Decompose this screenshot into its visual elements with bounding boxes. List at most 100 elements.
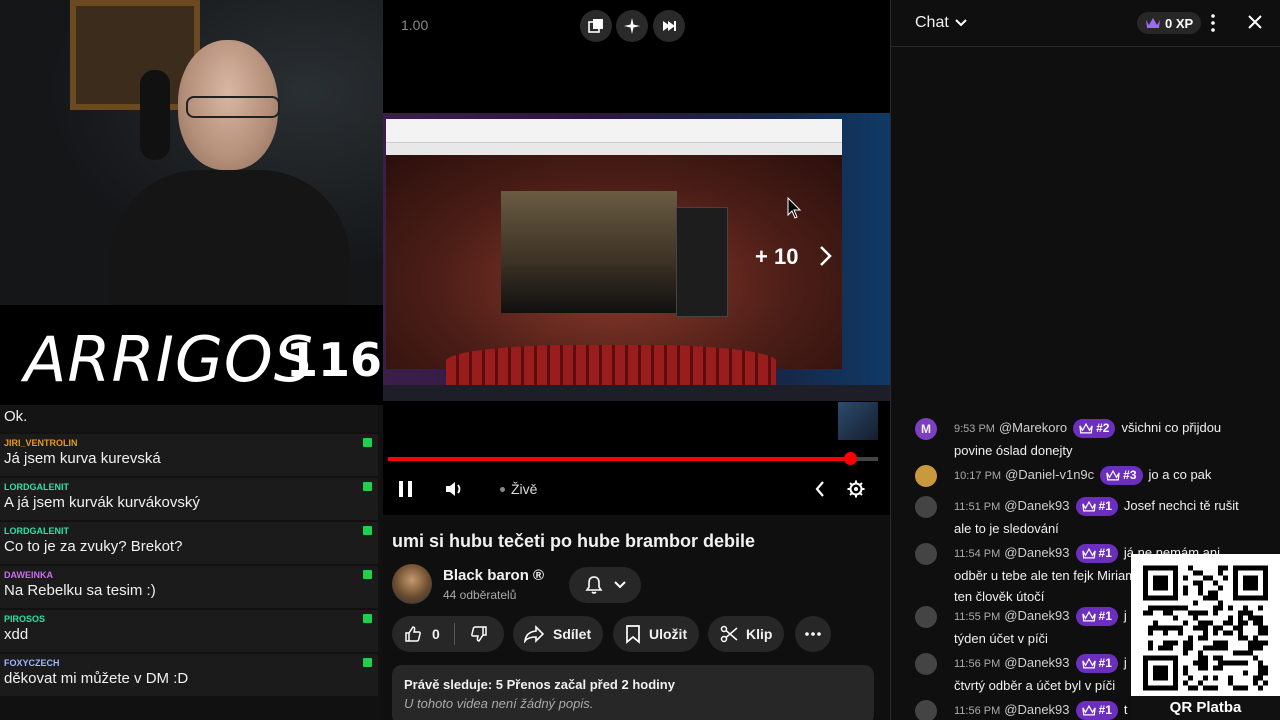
rank-label: #3	[1123, 468, 1137, 483]
member-rank-badge: #2	[1073, 419, 1116, 439]
screen-root: ARRIGOS 116 Ok. JIRI_VENTROLIN Já jsem kur…	[0, 0, 1280, 720]
chat-timestamp: 11:56 PM	[954, 658, 1001, 670]
more-horizontal-icon	[805, 632, 821, 636]
next-icon[interactable]	[653, 10, 685, 42]
dislike-button[interactable]	[455, 625, 503, 643]
rank-label: #1	[1098, 609, 1112, 624]
rank-label: #2	[1096, 421, 1110, 436]
video-frame	[383, 113, 890, 401]
share-button[interactable]: Sdílet	[513, 616, 603, 652]
progress-handle[interactable]	[844, 452, 858, 465]
platform-badge-icon	[363, 438, 372, 447]
like-count: 0	[432, 626, 440, 642]
chevron-right-icon[interactable]	[819, 245, 833, 267]
xp-label: 0 XP	[1165, 15, 1194, 31]
progress-bar[interactable]	[388, 452, 878, 465]
chat-timestamp: 11:55 PM	[954, 611, 1001, 623]
chat-author-avatar[interactable]: M	[915, 418, 937, 440]
chevron-left-icon[interactable]	[814, 478, 826, 500]
channel-avatar[interactable]	[392, 564, 432, 604]
rank-label: #1	[1098, 499, 1112, 514]
clip-button[interactable]: Klip	[708, 616, 784, 652]
overlay-chat: Ok. JIRI_VENTROLIN Já jsem kurva kurevská L…	[0, 405, 383, 720]
chat-message[interactable]: M 9:53 PM @Marekoro #2 všichni co přijdou pov…	[915, 417, 1255, 461]
chat-text: j	[1123, 608, 1127, 623]
chat-timestamp: 11:51 PM	[954, 501, 1001, 513]
overlay-chat-message: JIRI_VENTROLIN Já jsem kurva kurevská	[0, 434, 378, 476]
qr-label: QR Platba	[1131, 696, 1280, 720]
video-column: 1.00 + 10 Živě umi si hubu tečeti po hub…	[383, 0, 890, 720]
notification-bell-button[interactable]	[569, 567, 641, 603]
description-text: U tohoto videa není žádný popis.	[404, 696, 594, 711]
overlay-chat-message: Ok.	[0, 405, 378, 432]
chat-author[interactable]: @Danek93	[1004, 608, 1069, 623]
chat-timestamp: 9:53 PM	[954, 423, 995, 435]
glasses	[186, 96, 280, 118]
captured-taskbar	[383, 385, 890, 401]
video-player[interactable]: 1.00 + 10 Živě	[383, 0, 890, 515]
volume-icon[interactable]	[444, 478, 464, 500]
bell-icon	[585, 576, 603, 594]
rank-label: #1	[1098, 656, 1112, 671]
more-vertical-icon[interactable]	[1211, 14, 1215, 32]
chat-timestamp: 10:17 PM	[954, 470, 1002, 482]
pause-icon[interactable]	[397, 478, 415, 500]
overlay-chat-user: DAWEINKA	[4, 570, 53, 580]
skip-forward-label[interactable]: + 10	[755, 244, 798, 270]
more-actions-button[interactable]	[795, 616, 831, 652]
save-button[interactable]: Uložit	[613, 616, 699, 652]
channel-name[interactable]: Black baron ®	[443, 567, 544, 584]
overlay-chat-message: LORDGALENIT A já jsem kurvák kurvákovský	[0, 478, 378, 520]
chat-message[interactable]: 11:51 PM @Danek93 #1 Josef nechci tě rušit a…	[915, 495, 1255, 539]
chat-author-avatar[interactable]	[915, 543, 937, 565]
overlay-chat-text: Co to je za zvuky? Brekot?	[4, 538, 183, 555]
chat-author[interactable]: @Danek93	[1004, 498, 1069, 513]
member-rank-badge: #1	[1075, 607, 1118, 627]
chat-author-avatar[interactable]	[915, 606, 937, 628]
crown-icon	[1146, 18, 1160, 28]
chat-author[interactable]: @Daniel-v1n9c	[1005, 467, 1094, 482]
live-dot	[500, 486, 505, 492]
overlay-chat-text: A já jsem kurvák kurvákovský	[4, 494, 200, 511]
crown-icon	[1081, 658, 1096, 669]
share-icon	[523, 625, 545, 643]
rank-label: #1	[1098, 703, 1112, 718]
xp-badge[interactable]: 0 XP	[1137, 12, 1202, 34]
chat-header: Chat 0 XP	[891, 0, 1280, 47]
sparkle-icon[interactable]	[616, 10, 648, 42]
member-rank-badge: #3	[1100, 466, 1143, 486]
chat-message[interactable]: 10:17 PM @Daniel-v1n9c #3 jo a co pak	[915, 464, 1255, 487]
streamer-body	[110, 170, 350, 305]
chat-mode-dropdown[interactable]: Chat	[915, 14, 967, 32]
overlay-chat-message: DAWEINKA Na Rebelku sa tesim :)	[0, 566, 378, 608]
chat-author-avatar[interactable]	[915, 496, 937, 518]
chevron-down-icon	[614, 581, 626, 589]
live-indicator[interactable]: Živě	[500, 478, 537, 500]
chat-author[interactable]: @Marekoro	[999, 420, 1067, 435]
overlay-chat-user: LORDGALENIT	[4, 526, 69, 536]
chat-author[interactable]: @Danek93	[1004, 702, 1069, 717]
crown-icon	[1081, 705, 1096, 716]
chat-author[interactable]: @Danek93	[1004, 545, 1069, 560]
chat-author-avatar[interactable]	[915, 465, 937, 487]
brand-logo: ARRIGOS	[24, 323, 315, 396]
chat-text: jo a co pak	[1148, 467, 1212, 482]
chat-author-avatar[interactable]	[915, 653, 937, 675]
overlay-chat-text: Na Rebelku sa tesim :)	[4, 582, 156, 599]
overlay-chat-user: FOXYCZECH	[4, 658, 60, 668]
miniplayer-icon[interactable]	[580, 10, 612, 42]
platform-badge-icon	[363, 570, 372, 579]
like-button[interactable]: 0	[392, 625, 454, 643]
close-icon[interactable]	[1247, 14, 1263, 30]
overlay-chat-text: Já jsem kurva kurevská	[4, 450, 161, 467]
platform-badge-icon	[363, 482, 372, 491]
member-rank-badge: #1	[1075, 654, 1118, 674]
settings-gear-icon[interactable]	[847, 478, 865, 500]
channel-thumbnail-small	[838, 402, 878, 440]
subscriber-count: 44 odběratelů	[443, 588, 517, 602]
video-title: umi si hubu tečeti po hube brambor debil…	[392, 531, 756, 551]
chat-author-avatar[interactable]	[915, 700, 937, 720]
description-box[interactable]: Právě sleduje: 5 Přenos začal před 2 hod…	[392, 665, 874, 720]
chat-text-continued: ale to je sledování	[954, 521, 1059, 536]
chat-author[interactable]: @Danek93	[1004, 655, 1069, 670]
